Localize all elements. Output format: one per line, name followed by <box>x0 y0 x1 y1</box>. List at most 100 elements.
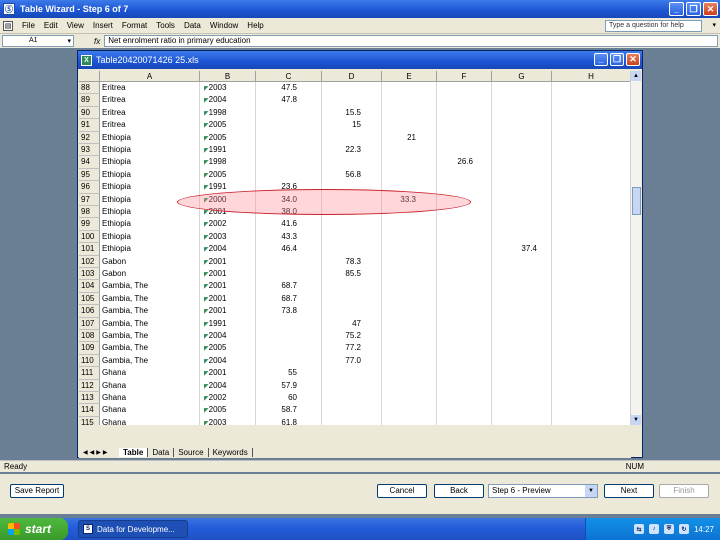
cell-f[interactable] <box>437 106 492 120</box>
row-header[interactable]: 109 <box>79 342 100 355</box>
cell-g[interactable] <box>492 392 552 405</box>
table-row[interactable]: 111 Ghana ◤2001 55 <box>79 367 631 380</box>
help-search-input[interactable]: Type a question for help <box>605 20 702 32</box>
menu-format[interactable]: Format <box>122 21 147 30</box>
cell-e[interactable] <box>382 106 437 120</box>
cell-a[interactable]: Gambia, The <box>100 317 200 330</box>
security-icon[interactable]: ⛨ <box>663 524 674 534</box>
row-header[interactable]: 101 <box>79 243 100 256</box>
cell-a[interactable]: Gambia, The <box>100 305 200 318</box>
restore-icon[interactable]: ❐ <box>610 53 624 66</box>
cell-h[interactable] <box>552 305 631 318</box>
cell-b[interactable]: ◤1998 <box>200 156 256 169</box>
cell-h[interactable] <box>552 354 631 368</box>
vertical-scrollbar[interactable]: ▲ ▼ <box>630 71 641 425</box>
cell-e[interactable] <box>382 392 437 405</box>
cell-h[interactable] <box>552 367 631 380</box>
cell-d[interactable] <box>322 94 382 107</box>
cell-e[interactable] <box>382 404 437 417</box>
cell-h[interactable] <box>552 268 631 281</box>
formula-input[interactable]: Net enrolment ratio in primary education <box>104 35 718 47</box>
cell-g[interactable] <box>492 255 552 268</box>
cell-g[interactable] <box>492 416 552 425</box>
cell-a[interactable]: Ghana <box>100 379 200 392</box>
cell-e[interactable] <box>382 342 437 355</box>
cell-c[interactable] <box>256 255 322 268</box>
cell-c[interactable] <box>256 330 322 343</box>
save-report-button[interactable]: Save Report <box>10 484 64 498</box>
cell-e[interactable] <box>382 94 437 107</box>
cell-a[interactable]: Ethiopia <box>100 144 200 157</box>
cell-f[interactable] <box>437 82 492 95</box>
scroll-down-icon[interactable]: ▼ <box>631 415 641 425</box>
table-row[interactable]: 106 Gambia, The ◤2001 73.8 <box>79 305 631 318</box>
cell-h[interactable] <box>552 181 631 194</box>
column-header-g[interactable]: G <box>492 71 552 82</box>
cell-c[interactable] <box>256 317 322 330</box>
table-row[interactable]: 99 Ethiopia ◤2002 41.6 <box>79 218 631 231</box>
cell-h[interactable] <box>552 392 631 405</box>
close-icon[interactable]: ✕ <box>703 2 718 16</box>
cell-b[interactable]: ◤2004 <box>200 94 256 107</box>
cell-e[interactable] <box>382 305 437 318</box>
cell-d[interactable]: 15 <box>322 119 382 132</box>
cell-h[interactable] <box>552 106 631 120</box>
table-row[interactable]: 112 Ghana ◤2004 57.9 <box>79 379 631 392</box>
cell-e[interactable] <box>382 354 437 368</box>
row-header[interactable]: 93 <box>79 144 100 157</box>
cell-a[interactable]: Gambia, The <box>100 330 200 343</box>
cell-f[interactable] <box>437 181 492 194</box>
cell-g[interactable] <box>492 94 552 107</box>
row-header[interactable]: 97 <box>79 193 100 206</box>
cell-d[interactable]: 22.3 <box>322 144 382 157</box>
cell-h[interactable] <box>552 342 631 355</box>
cancel-button[interactable]: Cancel <box>377 484 427 498</box>
cell-f[interactable] <box>437 330 492 343</box>
chevron-down-icon[interactable]: ▾ <box>67 37 71 47</box>
cell-d[interactable] <box>322 243 382 256</box>
minimize-icon[interactable]: _ <box>669 2 684 16</box>
table-row[interactable]: 91 Eritrea ◤2005 15 <box>79 119 631 132</box>
excel-icon[interactable]: X <box>81 54 92 66</box>
cell-b[interactable]: ◤2003 <box>200 416 256 425</box>
tab-data[interactable]: Data <box>148 448 175 457</box>
table-row[interactable]: 104 Gambia, The ◤2001 68.7 <box>79 280 631 293</box>
tab-table[interactable]: Table <box>119 448 149 457</box>
cell-b[interactable]: ◤2001 <box>200 255 256 268</box>
scroll-thumb[interactable] <box>632 187 641 215</box>
cell-g[interactable] <box>492 131 552 144</box>
column-header-c[interactable]: C <box>256 71 322 82</box>
table-row[interactable]: 105 Gambia, The ◤2001 68.7 <box>79 292 631 306</box>
cell-b[interactable]: ◤2005 <box>200 342 256 355</box>
tab-keywords[interactable]: Keywords <box>209 448 253 457</box>
table-row[interactable]: 113 Ghana ◤2002 60 <box>79 392 631 405</box>
cell-f[interactable] <box>437 342 492 355</box>
row-header[interactable]: 100 <box>79 230 100 244</box>
cell-h[interactable] <box>552 230 631 244</box>
cell-a[interactable]: Eritrea <box>100 119 200 132</box>
cell-g[interactable] <box>492 193 552 206</box>
cell-a[interactable]: Ethiopia <box>100 230 200 244</box>
column-header-h[interactable]: H <box>552 71 631 82</box>
chevron-down-icon[interactable]: ▾ <box>712 21 716 29</box>
cell-b[interactable]: ◤2002 <box>200 392 256 405</box>
cell-h[interactable] <box>552 94 631 107</box>
cell-e[interactable] <box>382 218 437 231</box>
tab-source[interactable]: Source <box>174 448 209 457</box>
row-header[interactable]: 113 <box>79 392 100 405</box>
cell-g[interactable] <box>492 144 552 157</box>
cell-c[interactable]: 73.8 <box>256 305 322 318</box>
cell-d[interactable] <box>322 367 382 380</box>
cell-c[interactable]: 47.8 <box>256 94 322 107</box>
column-header-b[interactable]: B <box>200 71 256 82</box>
cell-f[interactable] <box>437 131 492 144</box>
row-header[interactable]: 111 <box>79 367 100 380</box>
menu-data[interactable]: Data <box>184 21 201 30</box>
function-icon[interactable]: fx <box>94 37 100 46</box>
cell-g[interactable] <box>492 280 552 293</box>
select-all-corner[interactable] <box>79 71 100 82</box>
cell-a[interactable]: Ethiopia <box>100 181 200 194</box>
start-button[interactable]: start <box>0 518 68 540</box>
row-header[interactable]: 115 <box>79 416 100 425</box>
cell-g[interactable] <box>492 181 552 194</box>
